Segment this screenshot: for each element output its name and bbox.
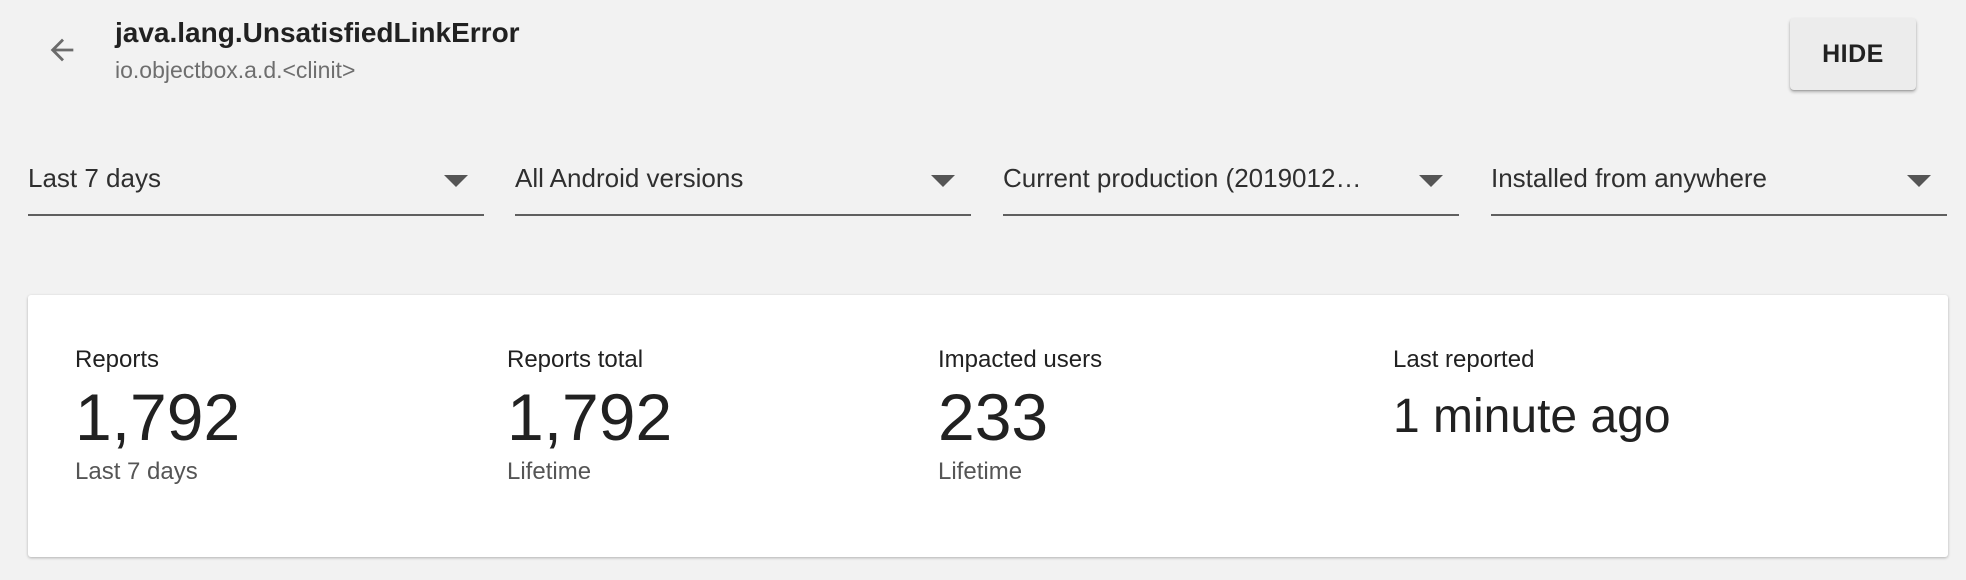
stat-impacted-users: Impacted users 233 Lifetime bbox=[938, 345, 1102, 487]
filter-release-label: Current production (2019012… bbox=[1003, 163, 1362, 193]
back-button[interactable] bbox=[40, 28, 84, 72]
stat-sublabel: Lifetime bbox=[938, 458, 1023, 485]
caret-down-icon bbox=[444, 175, 468, 187]
stat-value: 1 minute ago bbox=[1393, 390, 1671, 443]
stat-value: 233 bbox=[938, 380, 1049, 454]
stat-label: Reports bbox=[75, 346, 160, 373]
caret-down-icon bbox=[1907, 175, 1931, 187]
stat-sublabel: Lifetime bbox=[507, 458, 592, 485]
caret-down-icon bbox=[931, 175, 955, 187]
filter-release[interactable]: Current production (2019012… bbox=[1003, 150, 1459, 216]
caret-down-icon bbox=[1419, 175, 1443, 187]
filter-install-source-label: Installed from anywhere bbox=[1491, 163, 1768, 193]
page-title: java.lang.UnsatisfiedLinkError bbox=[115, 17, 520, 48]
filter-android-version[interactable]: All Android versions bbox=[515, 150, 971, 216]
stat-sublabel: Last 7 days bbox=[75, 458, 198, 485]
stat-label: Reports total bbox=[507, 346, 644, 373]
stat-label: Last reported bbox=[1393, 346, 1535, 373]
arrow-left-icon bbox=[50, 38, 74, 62]
page-subtitle: io.objectbox.a.d.<clinit> bbox=[115, 57, 356, 83]
stat-value: 1,792 bbox=[507, 380, 673, 454]
title-block: java.lang.UnsatisfiedLinkError io.object… bbox=[115, 14, 520, 86]
stat-value: 1,792 bbox=[75, 380, 241, 454]
filter-date-range[interactable]: Last 7 days bbox=[28, 150, 484, 216]
stat-reports: Reports 1,792 Last 7 days bbox=[75, 345, 240, 487]
page-header: java.lang.UnsatisfiedLinkError io.object… bbox=[0, 0, 1966, 100]
stat-reports-total: Reports total 1,792 Lifetime bbox=[507, 345, 672, 487]
stat-last-reported: Last reported 1 minute ago bbox=[1393, 345, 1671, 455]
stat-label: Impacted users bbox=[938, 346, 1103, 373]
filter-date-range-label: Last 7 days bbox=[28, 163, 161, 193]
hide-button[interactable]: HIDE bbox=[1790, 18, 1916, 90]
filter-install-source[interactable]: Installed from anywhere bbox=[1491, 150, 1947, 216]
filter-android-version-label: All Android versions bbox=[515, 163, 744, 193]
stats-card: Reports 1,792 Last 7 days Reports total … bbox=[28, 295, 1948, 557]
